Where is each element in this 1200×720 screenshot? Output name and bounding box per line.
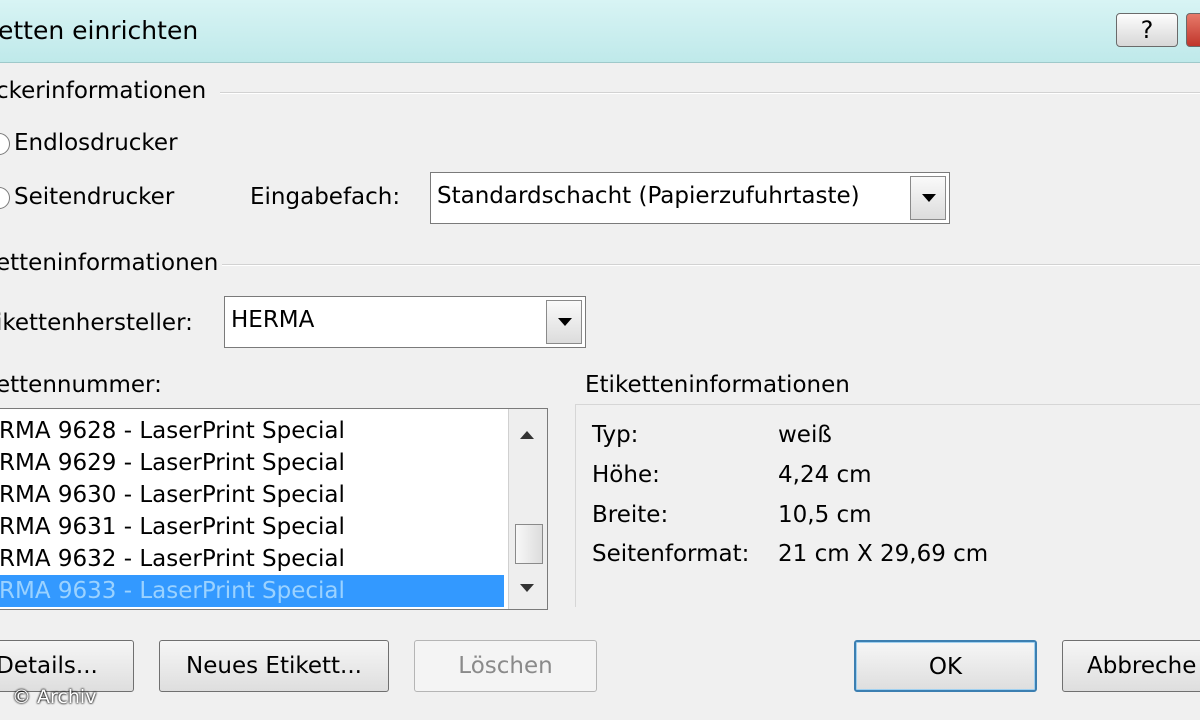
vendor-select[interactable]: HERMA [224,296,586,348]
cancel-button[interactable]: Abbreche [1062,640,1200,692]
continuous-printer-label[interactable]: Endlosdrucker [14,130,178,156]
list-item[interactable]: RMA 9629 - LaserPrint Special [0,447,504,479]
tray-select[interactable]: Standardschacht (Papierzufuhrtaste) [430,172,950,224]
page-printer-radio[interactable] [0,187,10,209]
list-item-selected[interactable]: RMA 9633 - LaserPrint Special [0,575,504,607]
height-key: Höhe: [592,462,660,488]
height-value: 4,24 cm [778,462,872,488]
delete-button[interactable]: Löschen [414,640,597,692]
list-item[interactable]: RMA 9631 - LaserPrint Special [0,511,504,543]
scroll-up-icon[interactable] [520,431,534,439]
details-frame [575,404,1200,607]
page-printer-label[interactable]: Seitendrucker [14,184,174,210]
scroll-thumb[interactable] [515,524,543,564]
label-number-list[interactable]: RMA 9628 - LaserPrint Special RMA 9629 -… [0,408,548,610]
continuous-printer-radio[interactable] [0,133,10,155]
chevron-down-icon[interactable] [546,300,582,344]
window-title: etten einrichten [0,16,199,45]
details-group-label: Etiketteninformationen [585,372,854,398]
page-format-value: 21 cm X 29,69 cm [778,541,989,567]
vendor-label: ikettenhersteller: [0,310,193,336]
ok-button[interactable]: OK [854,640,1037,692]
group-divider [220,92,1200,94]
list-item[interactable]: RMA 9628 - LaserPrint Special [0,415,504,447]
tray-label: Eingabefach: [250,184,401,210]
list-scrollbar[interactable] [508,409,547,609]
tray-select-value: Standardschacht (Papierzufuhrtaste) [437,183,860,209]
watermark: © Archiv [12,686,97,708]
new-label-button[interactable]: Neues Etikett... [159,640,389,692]
chevron-down-icon[interactable] [910,176,946,220]
width-key: Breite: [592,502,669,528]
vendor-select-value: HERMA [231,307,315,333]
details-button[interactable]: Details... [0,640,134,692]
type-value: weiß [778,422,832,448]
close-button[interactable] [1186,13,1200,47]
type-key: Typ: [592,422,639,448]
page-format-key: Seitenformat: [592,541,750,567]
list-item[interactable]: RMA 9630 - LaserPrint Special [0,479,504,511]
scroll-down-icon[interactable] [520,584,534,592]
list-item[interactable]: RMA 9632 - LaserPrint Special [0,543,504,575]
width-value: 10,5 cm [778,502,872,528]
help-button[interactable]: ? [1116,13,1178,47]
printer-info-group-label: ckerinformationen [0,78,207,104]
label-number-label: ettennummer: [0,372,162,398]
group-divider [222,264,1200,266]
label-info-group-label: etteninformationen [0,250,219,276]
